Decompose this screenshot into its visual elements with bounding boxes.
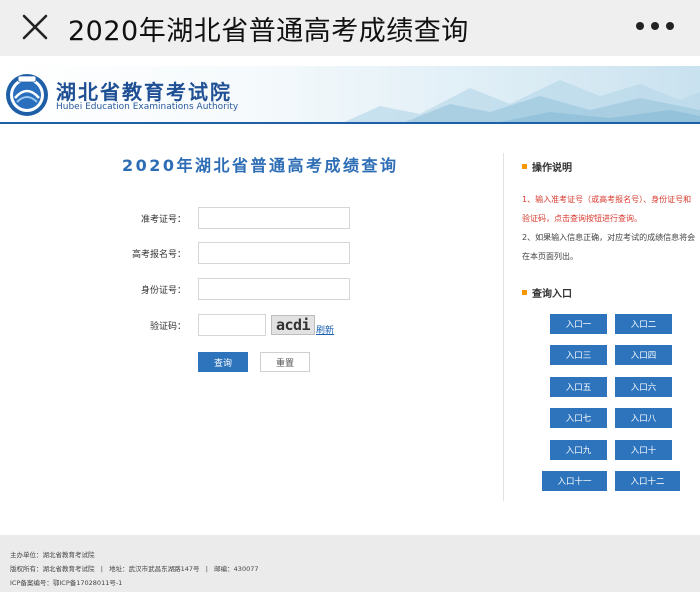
orange-square-icon [522, 290, 527, 295]
footer-separator: | [96, 565, 108, 573]
footer-info-line: 版权所有：湖北省教育考试院 | 地址：武汉市武昌东湖路147号 | 邮编：430… [10, 563, 259, 573]
instruction-line: 验证码，点击查询按钮进行查询。 [522, 214, 642, 223]
footer-postcode: 邮编：430077 [214, 565, 259, 573]
entry-button-5[interactable]: 入口五 [550, 377, 607, 397]
footer-separator: | [201, 565, 213, 573]
close-icon[interactable] [20, 12, 50, 42]
entries-heading: 查询入口 [522, 285, 572, 300]
more-options-icon[interactable] [636, 16, 676, 36]
entry-button-4[interactable]: 入口四 [615, 345, 672, 365]
captcha-image[interactable]: acdi [271, 315, 315, 335]
entry-button-9[interactable]: 入口九 [550, 440, 607, 460]
query-button[interactable]: 查询 [198, 352, 248, 372]
registration-number-input[interactable] [198, 242, 350, 264]
entry-button-11[interactable]: 入口十一 [542, 471, 607, 491]
instruction-line: 在本页面列出。 [522, 252, 578, 261]
entry-button-12[interactable]: 入口十二 [615, 471, 680, 491]
captcha-label: 验证码： [149, 321, 186, 332]
entry-button-10[interactable]: 入口十 [615, 440, 672, 460]
query-form-title: 2020年湖北省普通高考成绩查询 [122, 156, 399, 175]
footer-copyright: 版权所有：湖北省教育考试院 [10, 565, 95, 573]
site-banner: 湖北省教育考试院 Hubei Education Examinations Au… [0, 66, 700, 124]
org-name-cn: 湖北省教育考试院 [56, 80, 232, 104]
captcha-input[interactable] [198, 314, 266, 336]
id-number-row: 身份证号： [110, 277, 350, 301]
footer-address: 地址：武汉市武昌东湖路147号 [109, 565, 200, 573]
id-number-label: 身份证号： [140, 285, 186, 296]
panel-divider [503, 153, 504, 501]
captcha-refresh-link[interactable]: 刷新 [316, 323, 334, 336]
instructions-heading: 操作说明 [522, 159, 572, 174]
exam-ticket-label: 准考证号： [140, 214, 186, 225]
instruction-line: 2、如果输入信息正确，对应考试的成绩信息将会 [522, 233, 696, 242]
org-logo-icon [6, 74, 48, 116]
exam-ticket-row: 准考证号： [110, 206, 350, 230]
registration-number-row: 高考报名号： [110, 241, 350, 265]
entry-button-3[interactable]: 入口三 [550, 345, 607, 365]
orange-square-icon [522, 164, 527, 169]
exam-ticket-input[interactable] [198, 207, 350, 229]
reset-button[interactable]: 重置 [260, 352, 310, 372]
page-footer: 主办单位：湖北省教育考试院 版权所有：湖北省教育考试院 | 地址：武汉市武昌东湖… [0, 535, 700, 592]
entry-button-2[interactable]: 入口二 [615, 314, 672, 334]
entry-button-8[interactable]: 入口八 [615, 408, 672, 428]
entry-button-7[interactable]: 入口七 [550, 408, 607, 428]
entry-button-1[interactable]: 入口一 [550, 314, 607, 334]
instruction-line: 1、输入准考证号（或高考报名号）、身份证号和 [522, 195, 692, 204]
id-number-input[interactable] [198, 278, 350, 300]
app-bar: 2020年湖北省普通高考成绩查询 [0, 0, 700, 56]
footer-icp: ICP备案编号：鄂ICP备17028011号-1 [10, 579, 123, 587]
mountain-landscape-icon [344, 80, 700, 122]
captcha-row: 验证码： acdi 刷新 [110, 313, 334, 337]
entry-button-6[interactable]: 入口六 [615, 377, 672, 397]
footer-sponsor: 主办单位：湖北省教育考试院 [10, 551, 95, 559]
org-name-en: Hubei Education Examinations Authority [56, 102, 239, 112]
window-title: 2020年湖北省普通高考成绩查询 [68, 16, 469, 47]
registration-number-label: 高考报名号： [131, 249, 186, 260]
